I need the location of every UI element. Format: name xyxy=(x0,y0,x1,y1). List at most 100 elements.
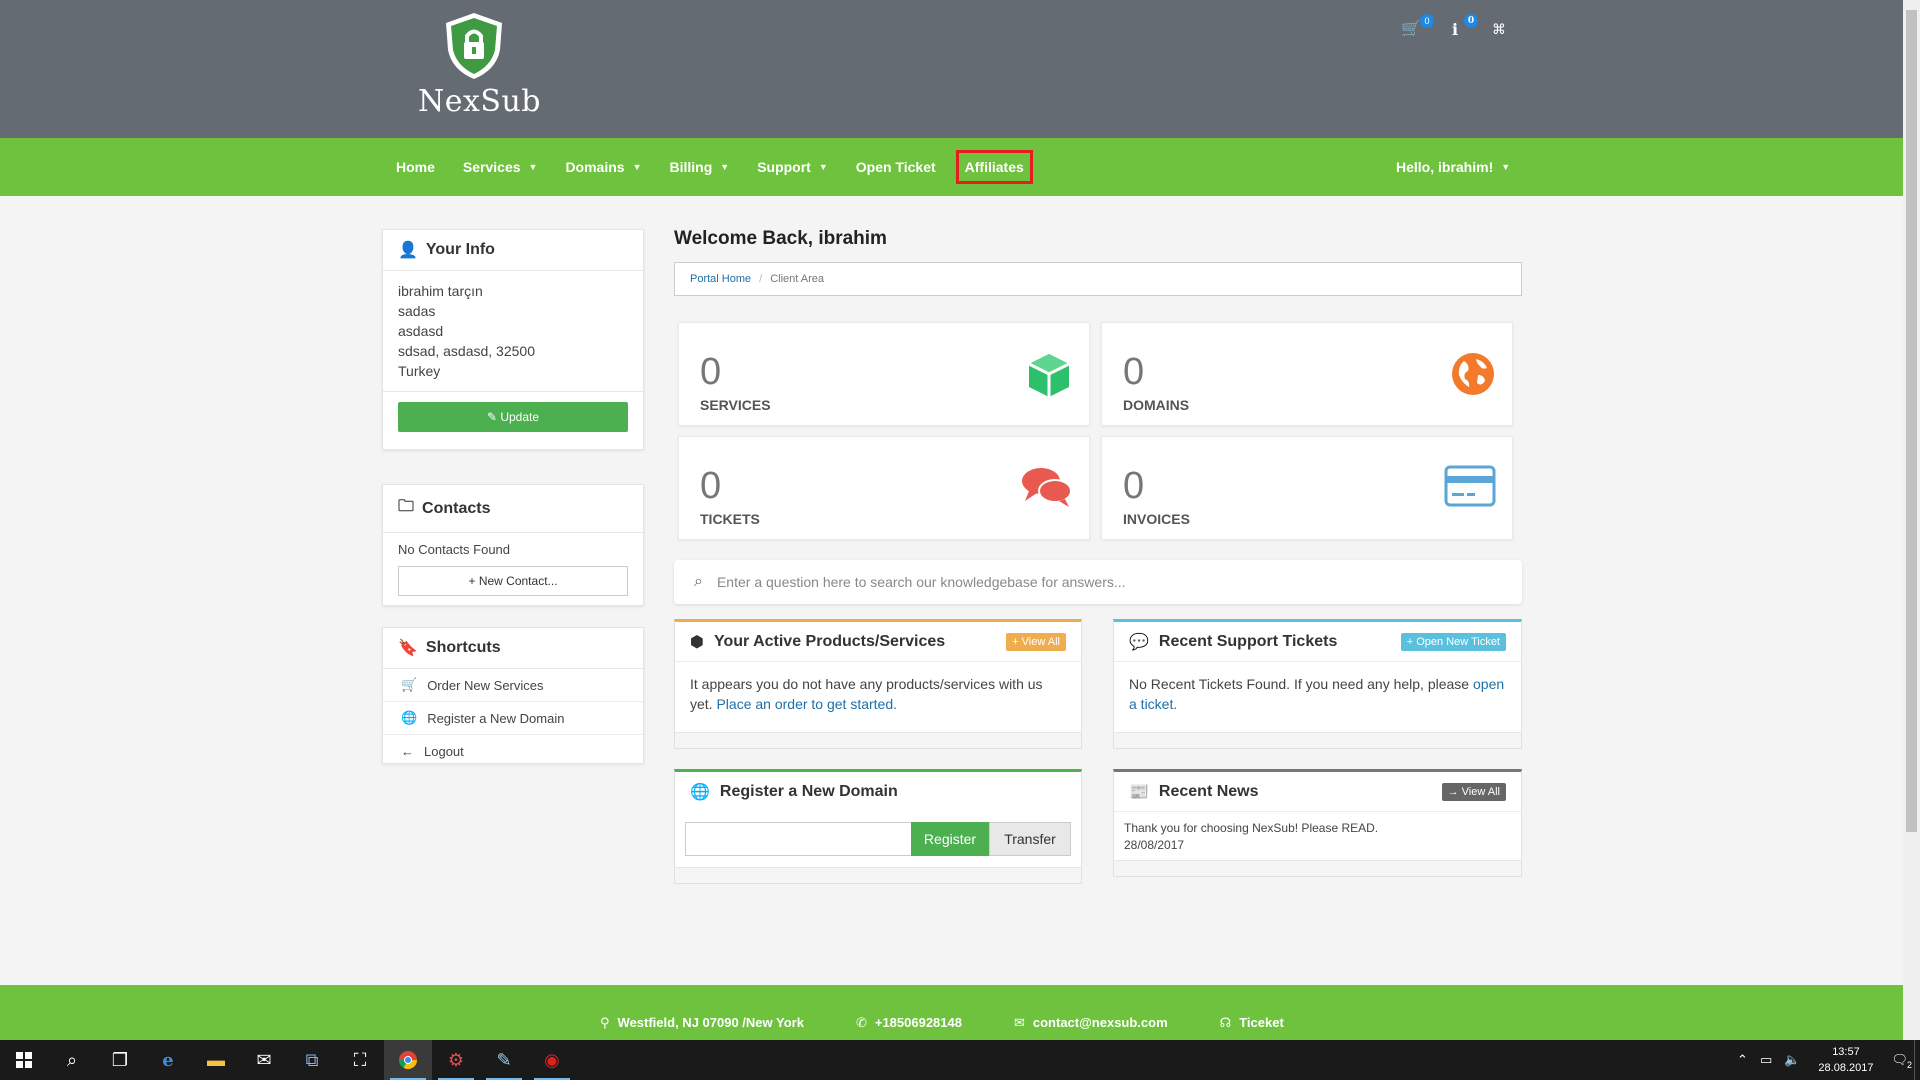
caret-down-icon: ▼ xyxy=(528,162,538,172)
shortcut-logout[interactable]: ← Logout xyxy=(383,735,643,768)
search-icon[interactable]: ⌕ xyxy=(48,1040,96,1080)
info-name: ibrahim tarçın xyxy=(398,283,483,299)
knowledgebase-search: ⌕ xyxy=(674,560,1522,604)
footer-ticket-text: Ticeket xyxy=(1239,1015,1284,1030)
footer-email[interactable]: ✉ contact@nexsub.com xyxy=(1014,1015,1168,1031)
register-domain-title: Register a New Domain xyxy=(719,783,898,800)
new-contact-button[interactable]: + New Contact... xyxy=(398,566,628,596)
place-order-link[interactable]: Place an order to get started. xyxy=(716,696,897,712)
nav-services-label: Services xyxy=(462,159,521,175)
button-label: Open New Ticket xyxy=(1416,635,1500,648)
nav-open-ticket-label: Open Ticket xyxy=(855,159,936,175)
register-domain-header: 🌐 Register a New Domain xyxy=(675,772,1081,812)
nav-billing-label: Billing xyxy=(669,159,713,175)
breadcrumb: Portal Home / Client Area xyxy=(674,262,1522,296)
app-icon[interactable]: ⚙ xyxy=(432,1040,480,1080)
newspaper-icon: 📰 xyxy=(1129,783,1149,801)
info-line: asdasd xyxy=(398,323,444,339)
shortcut-register-domain[interactable]: 🌐 Register a New Domain xyxy=(383,702,643,735)
site-header: NexSub 🛒 0 i0 ⌘ xyxy=(0,0,1903,138)
news-view-all-button[interactable]: → View All xyxy=(1441,782,1506,801)
file-explorer-icon[interactable]: ▬ xyxy=(192,1040,240,1080)
cart-icon: 🛒 xyxy=(401,677,418,692)
stat-domains[interactable]: 0 DOMAINS xyxy=(1101,322,1513,426)
brand-name: NexSub xyxy=(418,84,541,119)
chevron-up-icon[interactable]: ⌃ xyxy=(1737,1052,1748,1068)
start-button[interactable] xyxy=(0,1040,48,1080)
stat-value: 0 xyxy=(700,465,722,507)
stat-label: SERVICES xyxy=(700,397,771,413)
tickets-card-header: 💬 Recent Support Tickets + Open New Tick… xyxy=(1114,622,1521,662)
footer-address: ⚲ Westfield, NJ 07090 /New York xyxy=(600,1015,804,1031)
stat-tickets[interactable]: 0 TICKETS xyxy=(678,436,1090,540)
nav-billing[interactable]: Billing ▼ xyxy=(655,150,743,184)
brand-logo[interactable]: NexSub xyxy=(418,10,541,119)
globe-icon: 🌐 xyxy=(690,784,710,801)
headset-icon: ☊ xyxy=(1219,1015,1232,1030)
network-icon[interactable]: ▭ xyxy=(1760,1052,1772,1068)
phone-icon: ✆ xyxy=(855,1015,867,1030)
scrollbar-thumb[interactable] xyxy=(1906,10,1917,832)
notepad-icon[interactable]: ✎ xyxy=(480,1040,528,1080)
shortcut-label: Logout xyxy=(424,744,464,759)
news-item-title: Thank you for choosing NexSub! Please RE… xyxy=(1124,821,1379,835)
nav-services[interactable]: Services ▼ xyxy=(449,150,552,184)
card-footer xyxy=(675,867,1081,883)
record-icon[interactable]: ◉ xyxy=(528,1040,576,1080)
page-scrollbar[interactable] xyxy=(1903,0,1920,1040)
open-new-ticket-button[interactable]: + Open New Ticket xyxy=(1400,632,1506,651)
language-icon[interactable]: ⌘ xyxy=(1486,16,1512,42)
user-menu[interactable]: Hello, ibrahim! ▼ xyxy=(1382,150,1524,184)
stat-value: 0 xyxy=(700,351,722,393)
footer-email-text: contact@nexsub.com xyxy=(1032,1015,1168,1030)
nav-home-label: Home xyxy=(396,159,435,175)
products-card-header: ⬢ Your Active Products/Services + View A… xyxy=(675,622,1081,662)
comments-icon: 💬 xyxy=(1129,633,1149,651)
clock-time: 13:57 xyxy=(1832,1046,1860,1058)
system-tray: ⌃ ▭ 🔈 13:57 28.08.2017 🗨 2 xyxy=(1731,1040,1920,1080)
edge-icon[interactable]: e xyxy=(144,1040,192,1080)
caret-down-icon: ▼ xyxy=(720,162,730,172)
map-marker-icon: ⚲ xyxy=(600,1015,610,1030)
transfer-button[interactable]: Transfer xyxy=(989,822,1071,856)
info-icon[interactable]: i0 xyxy=(1442,14,1478,42)
mail-icon[interactable]: ✉ xyxy=(240,1040,288,1080)
products-view-all-button[interactable]: + View All xyxy=(1006,632,1066,651)
news-item[interactable]: Thank you for choosing NexSub! Please RE… xyxy=(1114,812,1521,862)
button-label: View All xyxy=(1461,785,1500,798)
envelope-icon: ✉ xyxy=(1013,1015,1025,1030)
kb-search-input[interactable] xyxy=(716,574,1477,590)
shortcuts-title: 🔖 Shortcuts xyxy=(383,628,643,669)
notification-icon[interactable]: 🗨 2 xyxy=(1891,1052,1912,1070)
store-icon[interactable]: ⛶ xyxy=(336,1040,384,1080)
show-desktop-button[interactable] xyxy=(1914,1040,1920,1080)
contacts-title: 🗀 Contacts xyxy=(383,485,643,533)
shield-lock-icon xyxy=(446,13,502,79)
stat-invoices[interactable]: 0 INVOICES xyxy=(1101,436,1513,540)
stat-services[interactable]: 0 SERVICES xyxy=(678,322,1090,426)
volume-icon[interactable]: 🔈 xyxy=(1784,1052,1800,1068)
register-button[interactable]: Register xyxy=(911,822,989,856)
domain-input[interactable] xyxy=(685,822,911,856)
shortcut-order-services[interactable]: 🛒 Order New Services xyxy=(383,669,643,702)
update-button[interactable]: ✎ Update xyxy=(398,402,628,432)
nav-domains[interactable]: Domains ▼ xyxy=(551,150,655,184)
nav-open-ticket[interactable]: Open Ticket xyxy=(842,150,950,184)
cart-icon[interactable]: 🛒 0 xyxy=(1398,14,1434,42)
tickets-card-body: No Recent Tickets Found. If you need any… xyxy=(1114,662,1521,726)
breadcrumb-home[interactable]: Portal Home xyxy=(690,273,751,285)
footer-ticket[interactable]: ☊ Ticeket xyxy=(1220,1015,1284,1031)
windows-taskbar: ⌕ ❐ e ▬ ✉ ⧉ ⛶ ⚙ ✎ ◉ ⌃ ▭ 🔈 13:57 28.08.20… xyxy=(0,1040,1920,1080)
task-view-icon[interactable]: ❐ xyxy=(96,1040,144,1080)
chrome-icon[interactable] xyxy=(384,1040,432,1080)
system-clock[interactable]: 13:57 28.08.2017 xyxy=(1818,1044,1873,1076)
info-line: sdsad, asdasd, 32500 xyxy=(398,343,535,359)
network-app-icon[interactable]: ⧉ xyxy=(288,1040,336,1080)
contacts-empty: No Contacts Found xyxy=(398,542,511,557)
nav-affiliates[interactable]: Affiliates xyxy=(955,150,1033,184)
products-card-title: Your Active Products/Services xyxy=(713,632,946,650)
nav-support[interactable]: Support ▼ xyxy=(743,150,842,184)
footer-phone[interactable]: ✆ +18506928148 xyxy=(856,1015,962,1031)
recent-news-header: 📰 Recent News → View All xyxy=(1114,772,1521,812)
nav-home[interactable]: Home xyxy=(382,150,449,184)
